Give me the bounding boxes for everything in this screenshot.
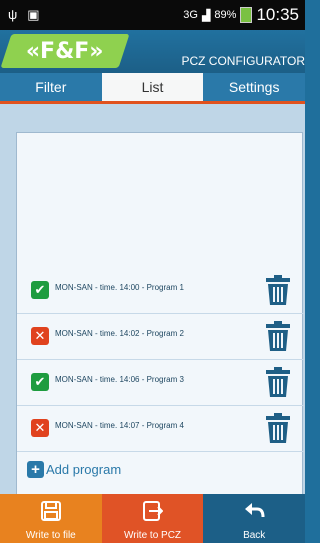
program-text: MON-SAN - time. 14:00 - Program 1 (55, 283, 184, 292)
signal-icon: ▟ (201, 9, 211, 22)
back-label: Back (243, 530, 266, 541)
write-to-pcz-button[interactable]: Write to PCZ (101, 494, 204, 543)
trash-icon[interactable] (265, 321, 291, 351)
write-to-file-label: Write to file (25, 530, 76, 541)
disabled-checkbox[interactable]: ✕ (31, 327, 49, 345)
back-button[interactable]: Back (203, 494, 306, 543)
brand-logo: «F&F» (0, 34, 130, 68)
back-arrow-icon (245, 503, 265, 518)
program-text: MON-SAN - time. 14:07 - Program 4 (55, 421, 184, 430)
disabled-checkbox[interactable]: ✕ (31, 419, 49, 437)
tab-bar: Filter List Settings (0, 73, 306, 104)
list-item[interactable]: ✕ MON-SAN - time. 14:02 - Program 2 (17, 313, 304, 360)
plus-icon: + (27, 461, 44, 478)
status-bar: ψ ▣ 3G ▟ 89% 10:35 (0, 0, 305, 30)
add-program-button[interactable]: + Add program (27, 461, 121, 478)
program-list-panel: ✔ MON-SAN - time. 14:00 - Program 1 ✕ MO… (16, 132, 304, 496)
network-indicator: 3G (183, 9, 198, 21)
program-text: MON-SAN - time. 14:06 - Program 3 (55, 375, 184, 384)
export-icon (142, 501, 163, 521)
trash-icon[interactable] (265, 367, 291, 397)
bottom-action-bar: Write to file Write to PCZ Back (0, 494, 306, 543)
battery-percent: 89% (214, 9, 237, 21)
trash-icon[interactable] (265, 275, 291, 305)
list-item[interactable]: ✔ MON-SAN - time. 14:00 - Program 1 (17, 267, 304, 314)
app-title: PCZ CONFIGURATOR (181, 54, 305, 68)
clock: 10:35 (256, 5, 299, 24)
program-text: MON-SAN - time. 14:02 - Program 2 (55, 329, 184, 338)
battery-icon (240, 7, 253, 23)
usb-icon: ψ (8, 7, 18, 22)
write-to-file-button[interactable]: Write to file (0, 494, 102, 543)
tab-settings[interactable]: Settings (203, 73, 306, 104)
app-header: «F&F» PCZ CONFIGURATOR (0, 30, 305, 73)
trash-icon[interactable] (265, 413, 291, 443)
list-item[interactable]: ✔ MON-SAN - time. 14:06 - Program 3 (17, 359, 304, 406)
image-icon: ▣ (27, 7, 40, 22)
save-icon (40, 501, 61, 521)
tab-list[interactable]: List (101, 73, 204, 104)
write-to-pcz-label: Write to PCZ (123, 530, 182, 541)
list-item[interactable]: ✕ MON-SAN - time. 14:07 - Program 4 (17, 405, 304, 452)
enabled-checkbox[interactable]: ✔ (31, 373, 49, 391)
enabled-checkbox[interactable]: ✔ (31, 281, 49, 299)
add-program-label: Add program (46, 462, 122, 477)
main-area: ✔ MON-SAN - time. 14:00 - Program 1 ✕ MO… (0, 104, 305, 496)
tab-filter[interactable]: Filter (0, 73, 102, 104)
